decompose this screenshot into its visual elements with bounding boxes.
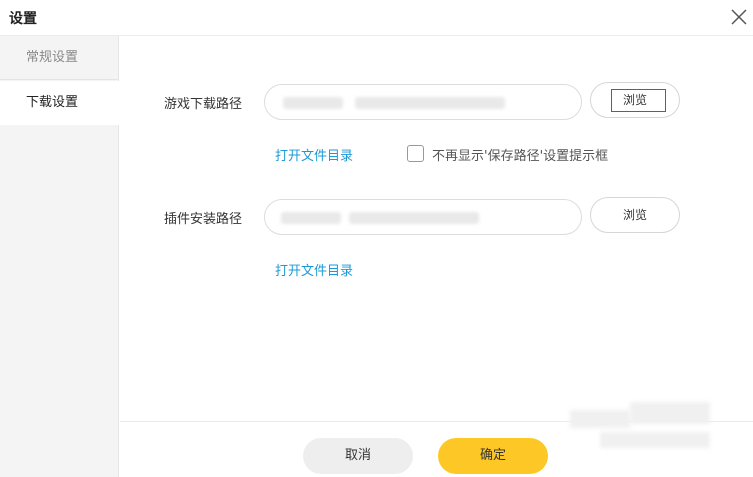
plugin-open-folder-link[interactable]: 打开文件目录	[275, 260, 353, 279]
confirm-button[interactable]: 确定	[438, 438, 548, 474]
redacted-path-segment	[349, 212, 479, 224]
plugin-install-path-input[interactable]	[264, 199, 582, 235]
sidebar-item-general[interactable]: 常规设置	[0, 36, 119, 80]
hide-save-path-prompt-label: 不再显示'保存路径'设置提示框	[432, 149, 609, 164]
browse-label: 浏览	[622, 208, 647, 222]
game-download-path-input[interactable]	[264, 84, 582, 120]
browse-label: 浏览	[622, 93, 647, 107]
game-download-browse-button[interactable]: 浏览	[590, 82, 680, 118]
sidebar-item-download[interactable]: 下载设置	[0, 81, 120, 125]
title-bar: 设置	[0, 0, 753, 36]
window-title: 设置	[9, 11, 37, 27]
hide-save-path-prompt-checkbox[interactable]	[407, 145, 424, 162]
watermark-blur	[560, 402, 720, 472]
game-open-folder-link[interactable]: 打开文件目录	[275, 145, 353, 164]
redacted-path-segment	[355, 97, 505, 109]
redacted-path-segment	[283, 97, 343, 109]
plugin-install-path-label: 插件安装路径	[164, 212, 243, 227]
redacted-path-segment	[281, 212, 341, 224]
game-download-path-label: 游戏下载路径	[164, 97, 243, 112]
settings-sidebar: 常规设置 下载设置	[0, 36, 120, 477]
close-icon[interactable]	[726, 4, 752, 30]
cancel-button[interactable]: 取消	[303, 438, 413, 474]
plugin-install-browse-button[interactable]: 浏览	[590, 197, 680, 233]
